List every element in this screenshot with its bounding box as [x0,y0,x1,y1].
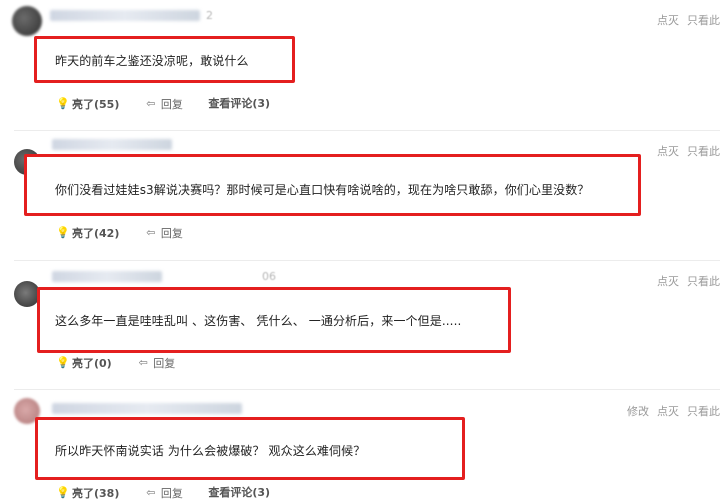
comment-actions: 点灭 只看此 [649,273,720,289]
reply-label: 回复 [153,357,176,370]
comment-footer: 💡 亮了(38) ⇦ 回复 查看评论(3) [56,484,292,501]
dislike-link[interactable]: 点灭 [657,14,679,27]
view-comments-link[interactable]: 查看评论(3) [208,484,270,500]
dislike-link[interactable]: 点灭 [657,145,679,158]
like-button[interactable]: 💡 亮了(38) [56,485,119,501]
dislike-link[interactable]: 点灭 [657,275,679,288]
post-time: 2 [206,9,213,22]
only-view-link[interactable]: 只看此 [687,275,720,288]
view-comments-label: 查看评论(3) [208,486,271,499]
username-blurred[interactable] [52,403,242,414]
username-blurred[interactable] [52,271,162,282]
like-button[interactable]: 💡 亮了(0) [56,355,112,371]
view-comments-label: 查看评论(3) [208,97,271,110]
comment-item: 06 点灭 只看此 这么多年一直是哇哇乱叫 、这伤害、 凭什么、 一通分析后，来一… [0,261,720,389]
comment-text: 昨天的前车之鉴还没凉呢，敢说什么 [55,54,249,68]
reply-label: 回复 [160,227,183,240]
reply-arrow-icon: ⇦ [138,356,148,369]
comment-footer: 💡 亮了(55) ⇦ 回复 查看评论(3) [56,95,292,112]
comment-footer: 💡 亮了(42) ⇦ 回复 [56,225,205,241]
comment-text: 你们没看过娃娃s3解说决赛吗？那时候可是心直口快有啥说啥的，现在为啥只敢舔，你们… [55,183,590,197]
username-blurred[interactable] [50,10,200,21]
like-count: 亮了(0) [72,357,112,370]
reply-arrow-icon: ⇦ [146,486,156,499]
lightbulb-icon: 💡 [56,97,70,110]
comment-actions: 修改 点灭 只看此 [619,403,720,419]
only-view-link[interactable]: 只看此 [687,405,720,418]
lightbulb-icon: 💡 [56,226,70,239]
like-button[interactable]: 💡 亮了(55) [56,96,119,112]
reply-arrow-icon: ⇦ [146,226,156,239]
like-count: 亮了(42) [72,227,120,240]
reply-label: 回复 [160,487,183,500]
comment-text: 所以昨天怀南说实话 为什么会被爆破？ 观众这么难伺候？ [55,444,366,458]
reply-button[interactable]: ⇦ 回复 [145,225,183,241]
like-count: 亮了(38) [72,487,120,500]
lightbulb-icon: 💡 [56,356,70,369]
like-button[interactable]: 💡 亮了(42) [56,225,119,241]
comment-actions: 点灭 只看此 [649,12,720,28]
avatar[interactable] [12,6,42,36]
comment-text: 这么多年一直是哇哇乱叫 、这伤害、 凭什么、 一通分析后，来一个但是..... [55,314,462,328]
lightbulb-icon: 💡 [56,486,70,499]
post-time: 06 [262,270,276,283]
username-blurred[interactable] [52,139,172,150]
comment-item: 2 点灭 只看此 昨天的前车之鉴还没凉呢，敢说什么 💡 亮了(55) ⇦ 回复 查看评… [0,0,720,128]
reply-label: 回复 [160,98,183,111]
dislike-link[interactable]: 点灭 [657,405,679,418]
comment-item: 点灭 只看此 你们没看过娃娃s3解说决赛吗？那时候可是心直口快有啥说啥的，现在为啥… [0,131,720,259]
like-count: 亮了(55) [72,98,120,111]
comment-actions: 点灭 只看此 [649,143,720,159]
comment-footer: 💡 亮了(0) ⇦ 回复 [56,355,197,371]
reply-button[interactable]: ⇦ 回复 [137,355,176,371]
reply-button[interactable]: ⇦ 回复 [145,96,183,112]
edit-link[interactable]: 修改 [627,405,649,418]
only-view-link[interactable]: 只看此 [687,145,720,158]
reply-arrow-icon: ⇦ [146,97,156,110]
comment-item: 修改 点灭 只看此 所以昨天怀南说实话 为什么会被爆破？ 观众这么难伺候？ 💡 亮了(… [0,390,720,500]
only-view-link[interactable]: 只看此 [687,14,720,27]
view-comments-link[interactable]: 查看评论(3) [208,95,270,111]
reply-button[interactable]: ⇦ 回复 [145,485,183,501]
